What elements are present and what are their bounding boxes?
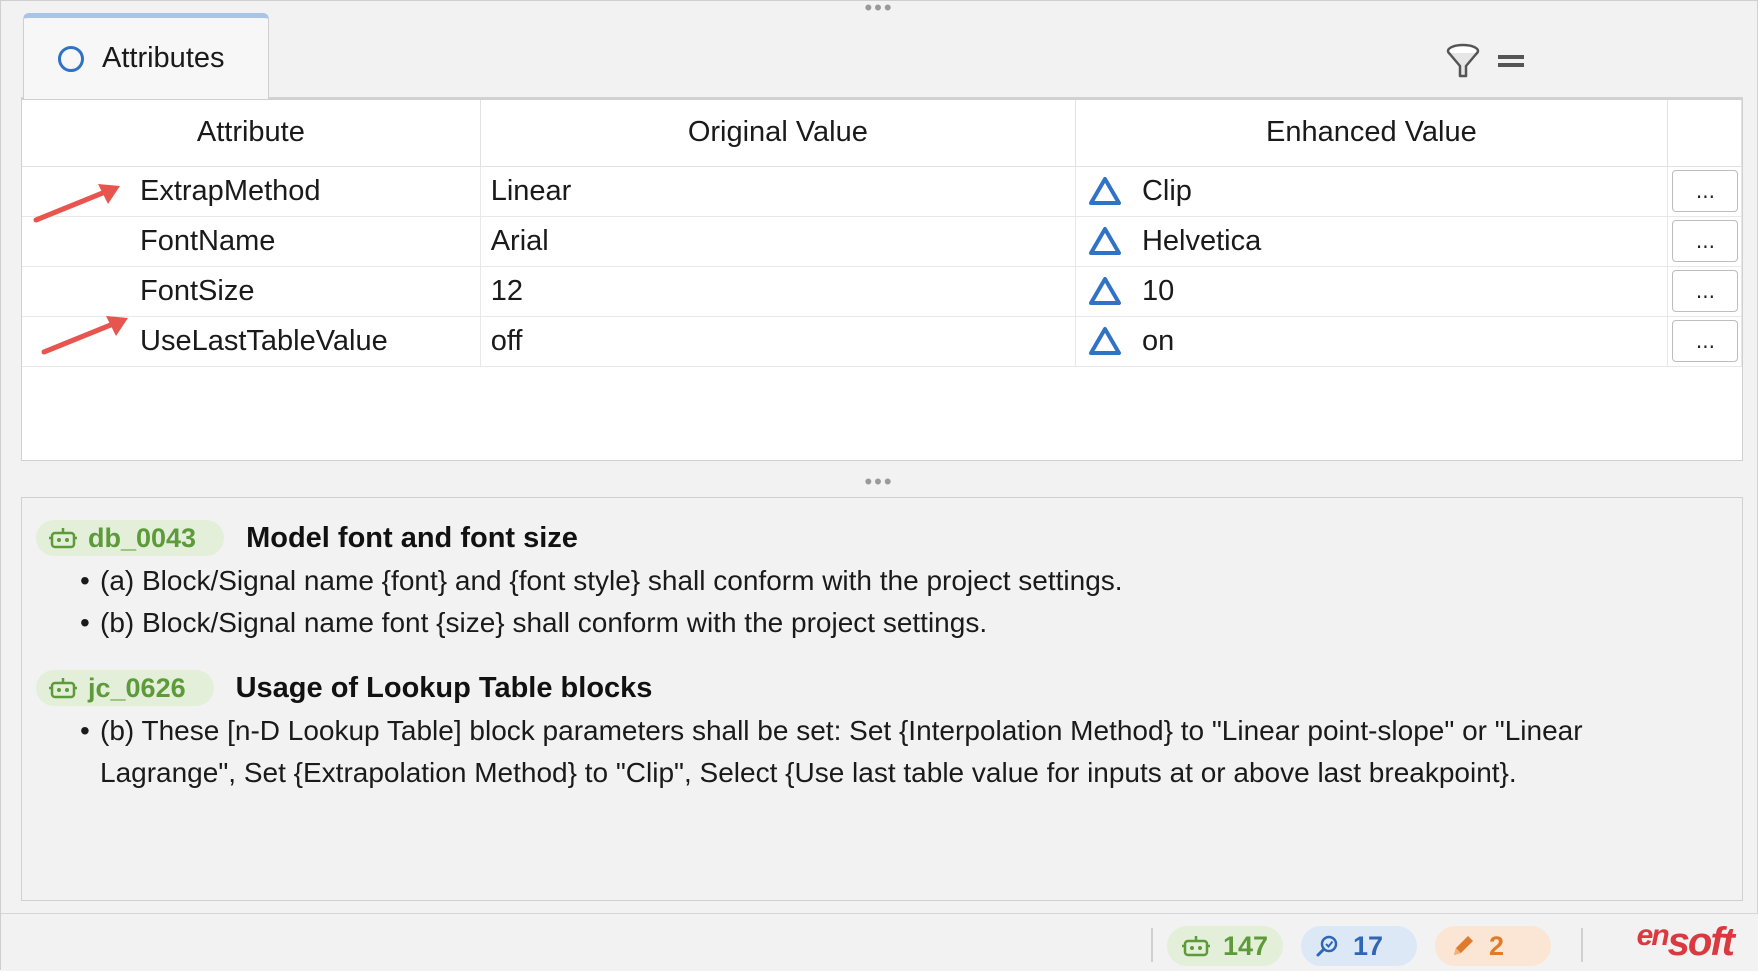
delta-icon [1088,327,1121,355]
rule-item-list: (b) These [n-D Lookup Table] block param… [80,710,1700,794]
rule-title: Model font and font size [246,521,578,554]
tab-bar: Attributes [21,11,1743,99]
edit-value-button[interactable]: ... [1672,320,1739,362]
rule-id: jc_0626 [88,672,186,703]
robot-icon [49,678,77,699]
rule-badge[interactable]: db_0043 [36,520,225,556]
tab-attributes[interactable]: Attributes [23,13,269,99]
column-header-enhanced-value[interactable]: Enhanced Value [1075,100,1668,167]
edit-value-button[interactable]: ... [1672,270,1739,312]
enhanced-value-text: Clip [1141,174,1192,207]
column-header-original-value[interactable]: Original Value [480,100,1076,167]
enhanced-value-text: 10 [1141,274,1175,307]
rule-item-list: (a) Block/Signal name {font} and {font s… [80,560,1123,644]
table-row[interactable]: ExtrapMethod Linear Clip... [22,166,1743,217]
checks-count-badge[interactable]: 17 [1301,926,1417,966]
column-header-attribute[interactable]: Attribute [22,100,481,167]
filter-icon[interactable] [1441,39,1485,83]
delta-icon [1088,177,1121,205]
row-action-cell: ... [1667,216,1743,267]
status-bar: 147 17 2 ensoft [1,913,1758,971]
rule-description-panel: db_0043 Model font and font size (a) Blo… [21,497,1743,901]
guidelines-count: 147 [1223,930,1269,961]
guidelines-count-badge[interactable]: 147 [1167,926,1283,966]
enhanced-value-cell[interactable]: Clip [1075,166,1668,217]
robot-icon [1182,936,1210,957]
enhanced-value-text: Helvetica [1141,224,1262,257]
edits-count: 2 [1489,930,1505,961]
circle-icon [58,45,84,72]
menu-icon[interactable] [1489,39,1533,83]
table-row[interactable]: FontName Arial Helvetica... [22,216,1743,267]
original-value-cell: 12 [480,266,1076,317]
status-separator [1151,928,1153,962]
ensoft-logo: ensoft [1636,919,1735,964]
table-row[interactable]: UseLastTableValue off on... [22,316,1743,367]
tab-attributes-label: Attributes [102,42,225,74]
rule-header: jc_0626 Usage of Lookup Table blocks [36,670,652,706]
delta-icon [1088,227,1121,255]
enhanced-value-cell[interactable]: 10 [1075,266,1668,317]
status-separator [1581,928,1583,962]
rule-id: db_0043 [88,522,197,553]
robot-icon [49,528,77,549]
enhanced-value-cell[interactable]: on [1075,316,1668,367]
rule-title: Usage of Lookup Table blocks [235,671,653,704]
attributes-table: Attribute Original Value Enhanced Value … [22,100,1743,452]
table-row[interactable]: FontSize 12 10... [22,266,1743,317]
search-check-icon [1316,935,1338,957]
table-empty-area [22,366,1742,452]
attributes-table-panel: Attribute Original Value Enhanced Value … [21,99,1743,461]
delta-icon [1088,277,1121,305]
rule-item: (a) Block/Signal name {font} and {font s… [80,560,1123,602]
row-action-cell: ... [1667,316,1743,367]
red-arrow-icon [33,184,120,223]
attributes-window: ••• Attributes Attribute Original Value … [0,0,1758,971]
original-value-cell: Arial [480,216,1076,267]
column-header-actions [1667,100,1743,167]
edit-value-button[interactable]: ... [1672,220,1739,262]
row-action-cell: ... [1667,266,1743,317]
pencil-icon [1454,936,1473,955]
original-value-cell: Linear [480,166,1076,217]
original-value-cell: off [480,316,1076,367]
edit-value-button[interactable]: ... [1672,170,1739,212]
edits-count-badge[interactable]: 2 [1435,926,1551,966]
red-arrow-icon [41,316,128,355]
rule-badge[interactable]: jc_0626 [36,670,214,706]
enhanced-value-cell[interactable]: Helvetica [1075,216,1668,267]
row-action-cell: ... [1667,166,1743,217]
checks-count: 17 [1353,930,1384,961]
enhanced-value-text: on [1141,324,1175,357]
rule-item: (b) Block/Signal name font {size} shall … [80,602,1123,644]
rule-header: db_0043 Model font and font size [36,520,578,556]
middle-sash-handle[interactable]: ••• [864,471,893,493]
rule-item: (b) These [n-D Lookup Table] block param… [80,710,1700,794]
